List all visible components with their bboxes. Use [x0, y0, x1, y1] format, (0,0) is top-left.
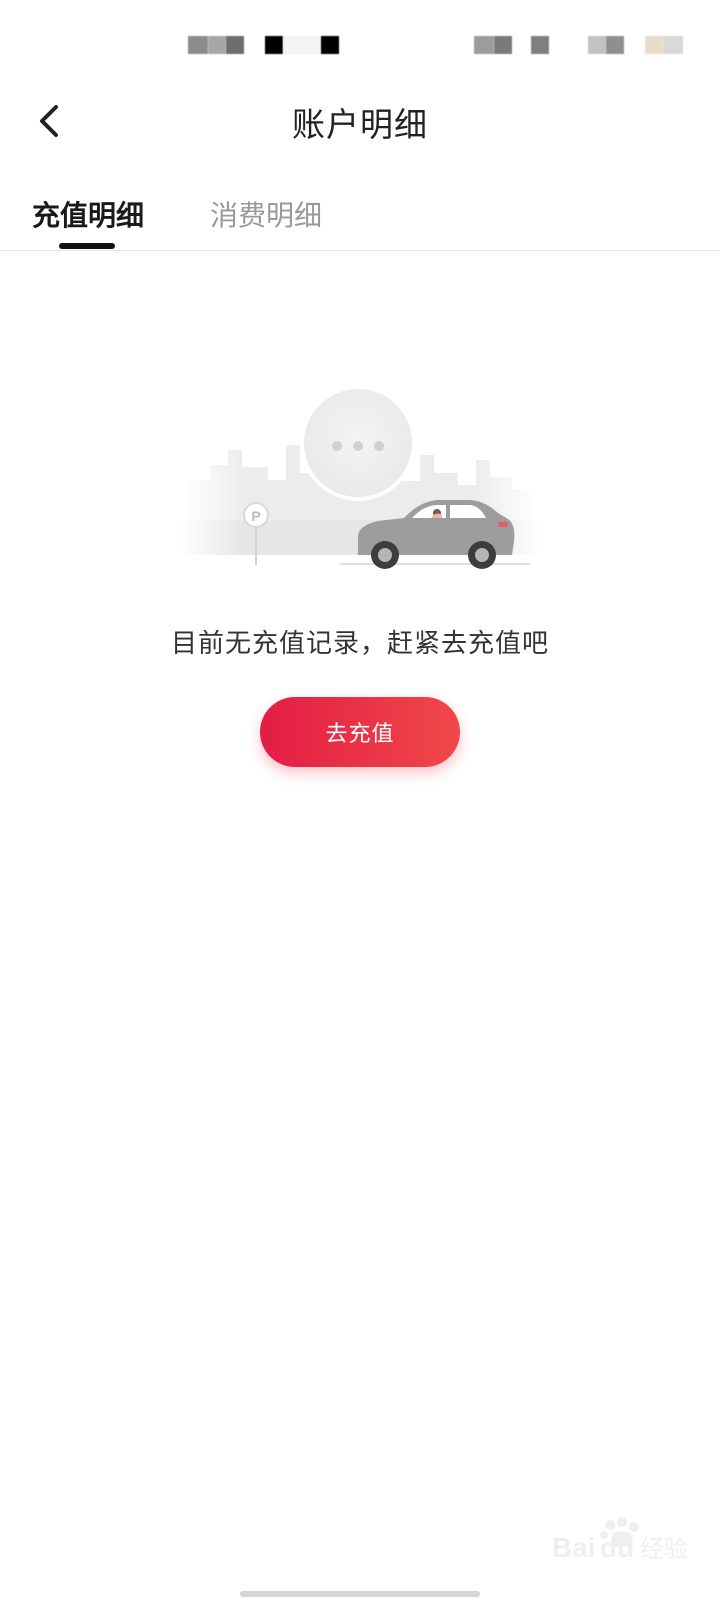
home-indicator[interactable] [240, 1591, 480, 1597]
parked-car-illustration: P [180, 385, 540, 569]
tab-recharge-details[interactable]: 充值明细 [32, 194, 144, 234]
recharge-button[interactable]: 去充值 [260, 697, 460, 767]
svg-text:Bai: Bai [552, 1532, 596, 1563]
tab-bar: 充值明细 消费明细 [0, 180, 720, 251]
tab-consumption-details[interactable]: 消费明细 [210, 194, 322, 234]
svg-text:du: du [600, 1532, 634, 1563]
empty-state-message: 目前无充值记录，赶紧去充值吧 [170, 629, 549, 659]
status-bar [0, 0, 720, 90]
baidu-watermark-logo: Bai du 经验 [552, 1517, 688, 1563]
page-title: 账户明细 [292, 105, 428, 144]
svg-text:P: P [251, 508, 260, 524]
app-header: 账户明细 [0, 90, 720, 152]
ellipsis-bubble-icon [300, 385, 416, 501]
svg-text:经验: 经验 [640, 1535, 688, 1563]
active-tab-indicator [59, 243, 115, 249]
